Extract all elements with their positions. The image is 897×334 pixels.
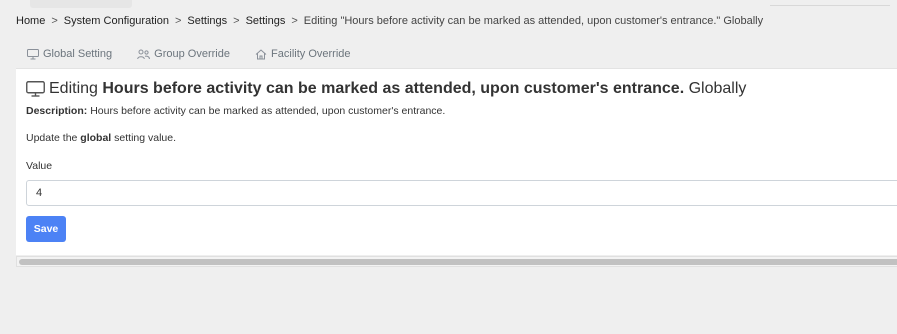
setting-description: Description: Hours before activity can b… xyxy=(26,105,445,117)
description-text: Hours before activity can be marked as a… xyxy=(90,105,446,117)
breadcrumb: Home > System Configuration > Settings > Setti… xyxy=(16,15,763,27)
update-suffix: setting value. xyxy=(114,132,177,144)
heading-suffix: Globally xyxy=(688,80,747,97)
monitor-icon xyxy=(27,48,39,59)
page-title: Editing Hours before activity can be mar… xyxy=(26,80,746,98)
update-instruction: Update the global setting value. xyxy=(26,132,176,144)
breadcrumb-separator: > xyxy=(51,15,58,27)
global-setting-editor-card: Editing Hours before activity can be mar… xyxy=(16,68,897,255)
tab-group-override[interactable]: Group Override xyxy=(137,48,230,60)
users-icon xyxy=(137,49,151,59)
save-button[interactable]: Save xyxy=(26,216,66,242)
tab-facility-override[interactable]: Facility Override xyxy=(255,48,351,60)
breadcrumb-system-configuration[interactable]: System Configuration xyxy=(64,15,169,27)
tab-global-setting[interactable]: Global Setting xyxy=(27,48,112,60)
scrollbar-thumb[interactable] xyxy=(19,259,897,265)
heading-setting-name: Hours before activity can be marked as a… xyxy=(102,80,685,97)
tab-group-override-label: Group Override xyxy=(154,48,230,60)
monitor-icon xyxy=(26,81,45,97)
update-prefix: Update the xyxy=(26,132,78,144)
breadcrumb-separator: > xyxy=(233,15,240,27)
tab-facility-override-label: Facility Override xyxy=(271,48,351,60)
horizontal-scrollbar[interactable] xyxy=(16,256,897,267)
breadcrumb-settings[interactable]: Settings xyxy=(187,15,227,27)
breadcrumb-settings-sub[interactable]: Settings xyxy=(246,15,286,27)
heading-prefix: Editing xyxy=(49,80,98,97)
tab-global-setting-label: Global Setting xyxy=(43,48,113,60)
description-label: Description: xyxy=(26,105,88,117)
breadcrumb-separator: > xyxy=(174,15,182,27)
update-scope: global xyxy=(80,132,112,144)
breadcrumb-separator: > xyxy=(291,15,298,27)
home-icon xyxy=(255,48,267,59)
value-input[interactable] xyxy=(26,180,897,206)
setting-scope-tabs: Global Setting Group Override Facility O… xyxy=(27,48,373,63)
breadcrumb-home[interactable]: Home xyxy=(16,15,45,27)
breadcrumb-current: Editing "Hours before activity can be ma… xyxy=(303,15,764,27)
top-bar-remnant xyxy=(0,0,897,10)
value-label: Value xyxy=(26,160,53,172)
top-tab-remnant xyxy=(30,0,132,8)
top-right-remnant xyxy=(770,0,890,6)
